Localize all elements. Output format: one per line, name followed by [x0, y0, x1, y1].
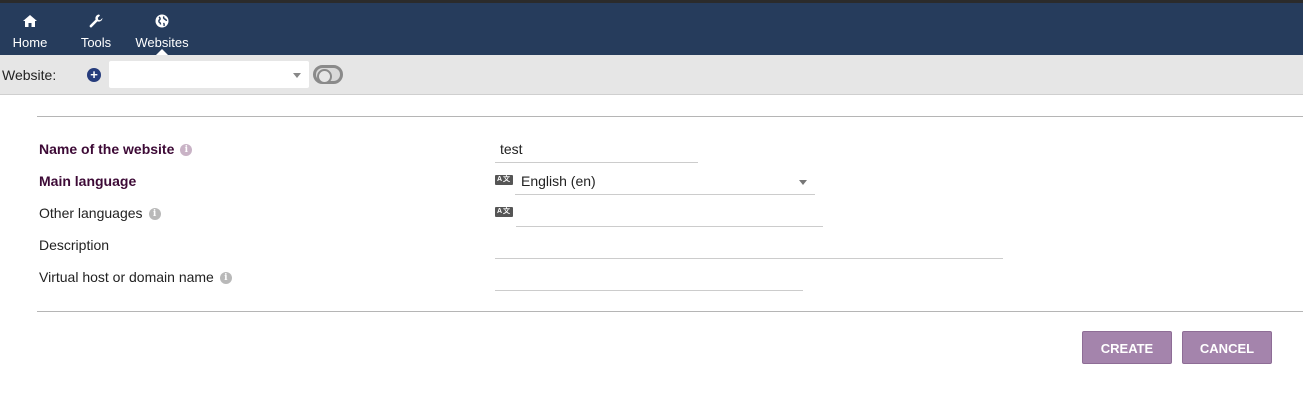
chevron-down-icon: [293, 73, 301, 78]
main-language-label: Main language: [39, 173, 137, 189]
website-name-input[interactable]: test: [495, 140, 698, 163]
cancel-button[interactable]: CANCEL: [1182, 331, 1272, 364]
nav-home[interactable]: Home: [10, 3, 50, 55]
info-icon[interactable]: i: [180, 144, 193, 157]
add-website-icon[interactable]: +: [87, 68, 101, 82]
other-languages-row-label: Other languages i: [39, 205, 161, 221]
other-languages-input[interactable]: [516, 205, 823, 227]
website-selector-bar: Website: +: [0, 55, 1303, 95]
name-row-label: Name of the website i: [39, 141, 193, 157]
virtual-host-label: Virtual host or domain name: [39, 269, 214, 285]
nav-websites-label: Websites: [135, 35, 189, 50]
main-language-row-label: Main language: [39, 173, 136, 189]
info-icon[interactable]: i: [219, 272, 232, 285]
website-label: Website:: [2, 67, 57, 83]
create-button[interactable]: CREATE: [1082, 331, 1172, 364]
top-navigation-bar: Home Tools Websites: [0, 3, 1303, 55]
virtual-host-row-label: Virtual host or domain name i: [39, 269, 232, 285]
form-bottom-divider: [37, 311, 1303, 312]
nav-tools[interactable]: Tools: [76, 3, 116, 55]
nav-websites[interactable]: Websites: [132, 3, 192, 55]
nav-home-label: Home: [12, 35, 48, 50]
wrench-icon: [89, 14, 103, 28]
website-select[interactable]: [109, 61, 309, 88]
description-input[interactable]: [495, 237, 1003, 259]
main-language-value: English (en): [521, 173, 596, 189]
info-icon[interactable]: i: [148, 208, 161, 221]
form-top-divider: [37, 116, 1303, 117]
language-icon: A文: [495, 207, 513, 217]
website-toggle[interactable]: [313, 65, 343, 84]
virtual-host-input[interactable]: [495, 269, 803, 291]
name-label: Name of the website: [39, 141, 175, 157]
language-icon: A文: [495, 175, 513, 185]
toggle-knob: [317, 69, 332, 84]
description-label: Description: [39, 237, 110, 253]
chevron-down-icon: [799, 180, 807, 185]
home-icon: [23, 15, 37, 27]
other-languages-label: Other languages: [39, 205, 143, 221]
globe-icon: [155, 14, 169, 28]
nav-tools-label: Tools: [80, 35, 112, 50]
main-language-select[interactable]: English (en): [515, 170, 815, 195]
description-row-label: Description: [39, 237, 109, 253]
